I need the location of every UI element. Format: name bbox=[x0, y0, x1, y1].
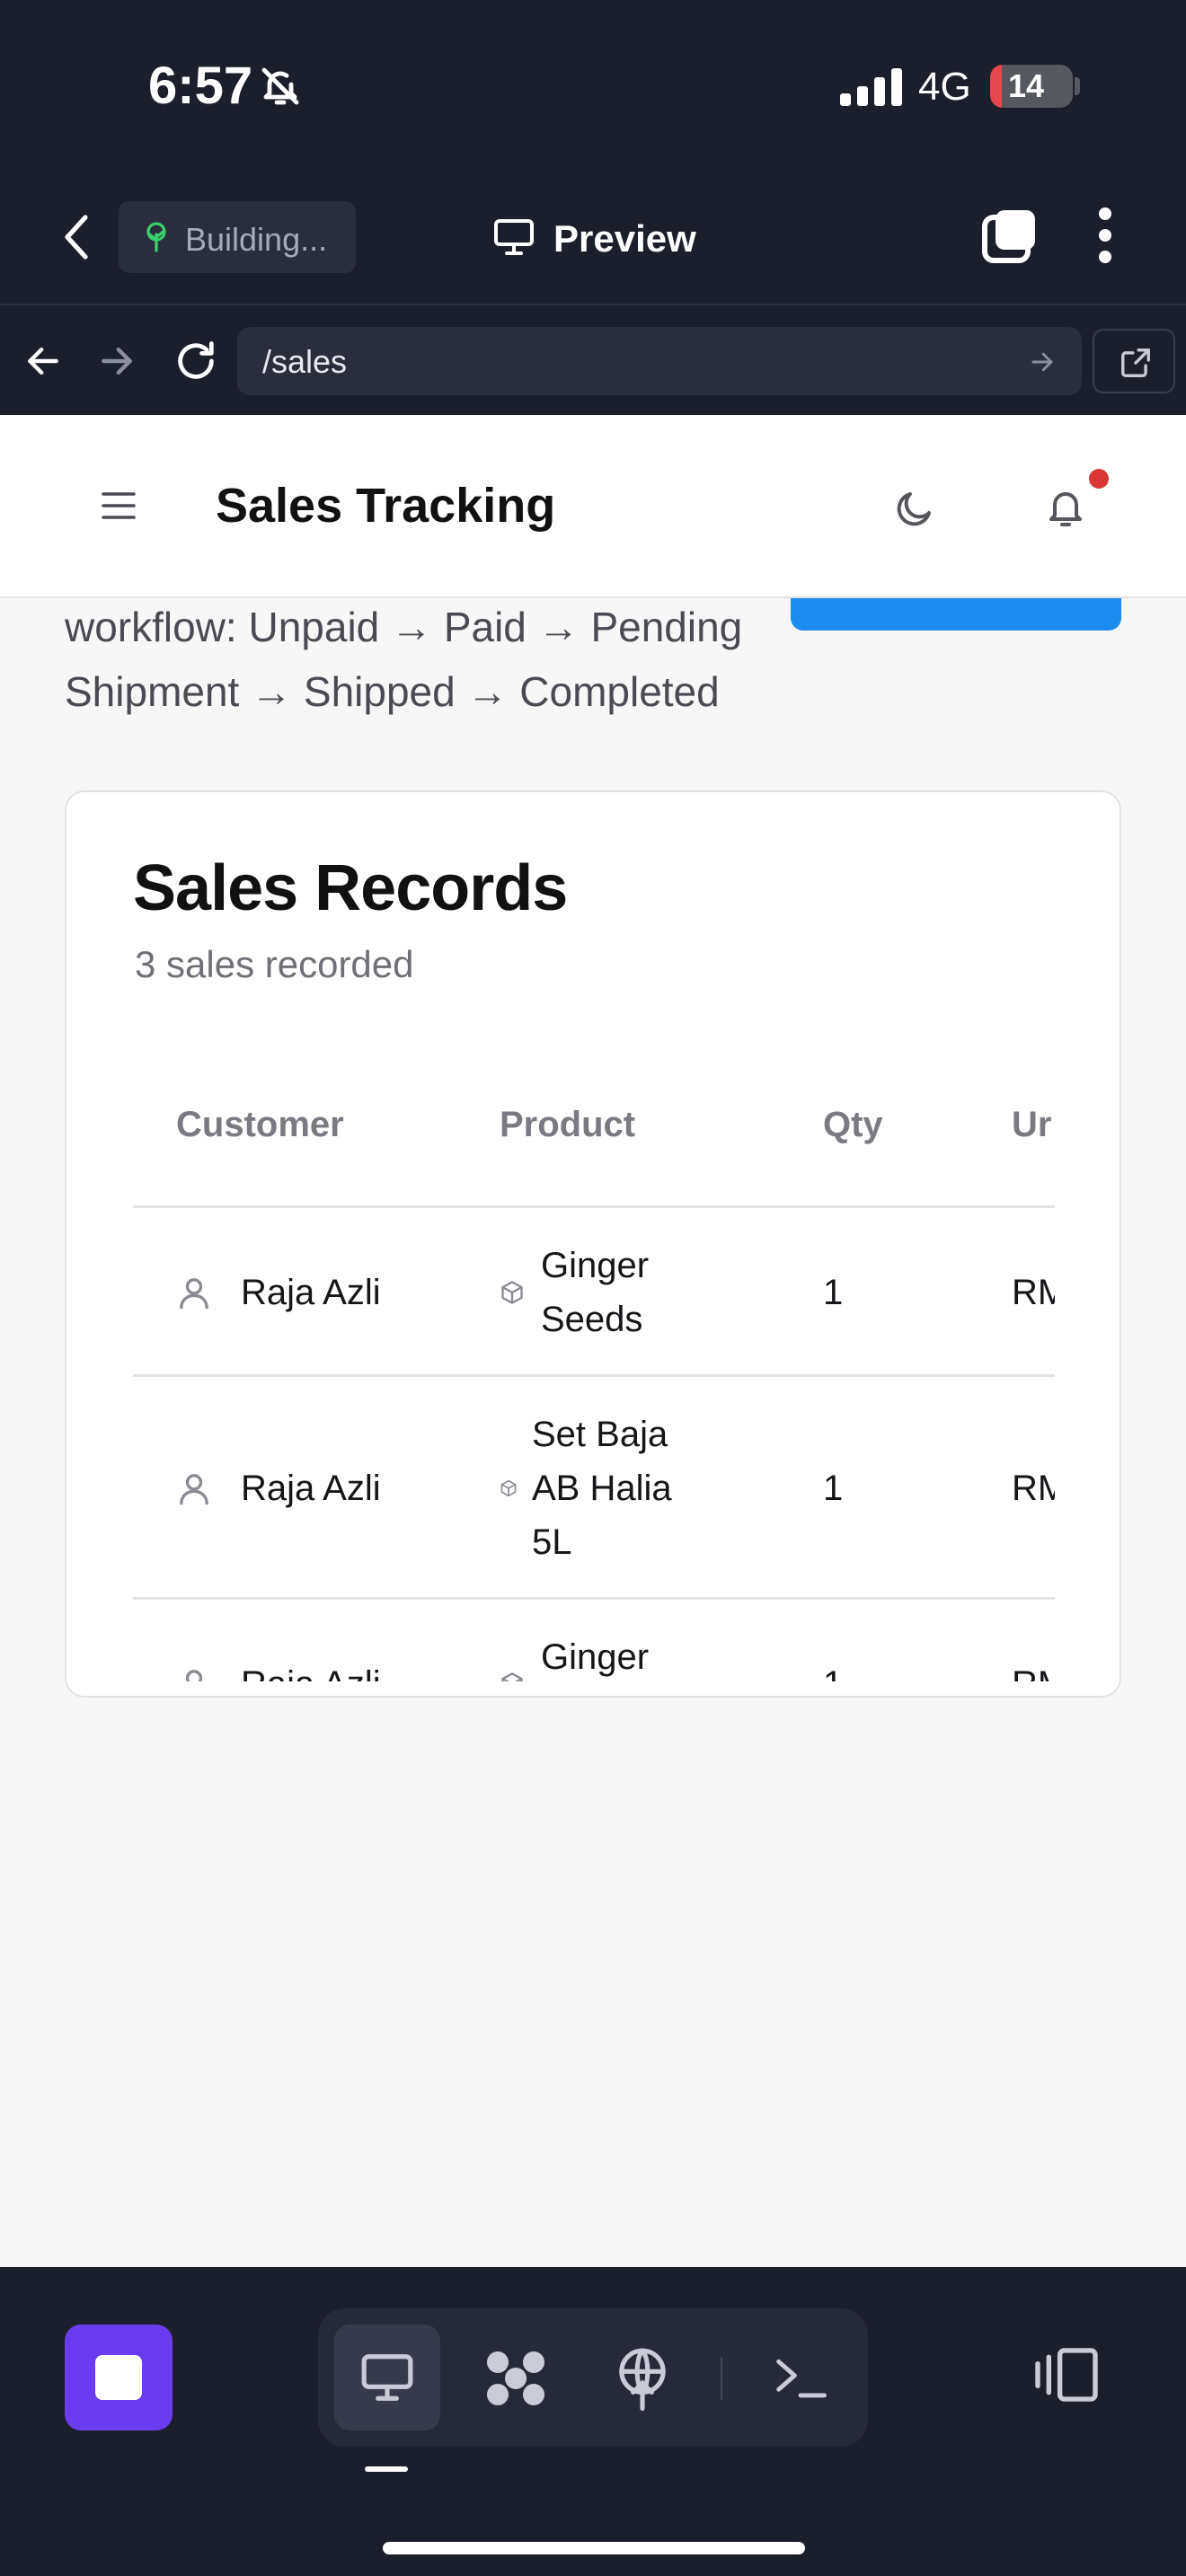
product-name-line: Ginger bbox=[541, 1246, 650, 1285]
terminal-icon[interactable] bbox=[773, 2353, 828, 2402]
product-name-line: AB Halia bbox=[532, 1469, 672, 1508]
preview-content: Sales Tracking workflow: Unpaid → Paid →… bbox=[0, 415, 1186, 2267]
product-name-line: Seeds bbox=[541, 1300, 643, 1339]
user-icon bbox=[180, 1278, 208, 1310]
workflow-description: workflow: Unpaid → Paid → Pending Shipme… bbox=[65, 604, 743, 715]
customer-name: Raja Azli bbox=[241, 1461, 381, 1515]
go-arrow-icon[interactable] bbox=[1028, 348, 1057, 375]
battery-tip bbox=[1075, 77, 1080, 95]
product-name-line: Set Baja bbox=[532, 1415, 668, 1454]
bottom-dock bbox=[0, 2267, 1186, 2576]
status-time: 6:57 bbox=[148, 57, 253, 115]
product-name-line: Ginger bbox=[541, 1637, 650, 1677]
package-icon bbox=[501, 1281, 523, 1304]
unit-price: RM bbox=[1012, 1657, 1055, 1681]
table-row[interactable]: Raja Azli Set Baja AB Halia 5L 1 RM bbox=[133, 1377, 1055, 1600]
package-icon bbox=[500, 1479, 517, 1497]
battery-level: 14 bbox=[1007, 67, 1045, 104]
user-icon bbox=[180, 1474, 208, 1505]
build-status-label: Building... bbox=[185, 221, 328, 258]
table-row[interactable]: Raja Azli Ginger Seeds 1 RM bbox=[133, 1208, 1055, 1377]
network-type: 4G bbox=[918, 65, 971, 109]
quantity: 1 bbox=[823, 1469, 844, 1508]
reload-icon[interactable] bbox=[173, 338, 219, 384]
split-view-icon[interactable] bbox=[1033, 2346, 1100, 2404]
view-preview-button[interactable] bbox=[334, 2325, 440, 2430]
unit-price: RM bbox=[1012, 1273, 1055, 1312]
chevron-left-icon[interactable] bbox=[54, 212, 99, 262]
monitor-icon bbox=[361, 2354, 413, 2401]
user-icon bbox=[185, 1670, 203, 1681]
open-external-button[interactable] bbox=[1093, 329, 1175, 393]
hamburger-icon[interactable] bbox=[101, 490, 137, 521]
home-indicator bbox=[383, 2542, 805, 2554]
bell-slash-icon bbox=[261, 67, 299, 105]
stop-icon bbox=[95, 2355, 142, 2400]
column-header-customer[interactable]: Customer bbox=[176, 1105, 344, 1145]
card-title: Sales Records bbox=[133, 852, 568, 924]
active-view-indicator bbox=[365, 2466, 408, 2472]
kebab-icon[interactable] bbox=[1087, 207, 1123, 264]
customer-name-line: Raja Azli bbox=[241, 1273, 381, 1312]
browser-bar: /sales bbox=[0, 307, 1186, 415]
monitor-icon bbox=[494, 219, 534, 255]
url-text: /sales bbox=[262, 343, 348, 380]
preview-label: Preview bbox=[553, 217, 696, 260]
product-name-line: 5L bbox=[532, 1522, 572, 1562]
product-name: Ginger Seeds bbox=[541, 1239, 649, 1346]
customer-name-line: Raja Azli bbox=[241, 1469, 381, 1508]
product-name: Set Baja AB Halia 5L bbox=[532, 1407, 672, 1569]
arrow-left-icon[interactable] bbox=[23, 341, 63, 381]
quantity: 1 bbox=[823, 1657, 843, 1681]
build-status-pill[interactable]: Building... bbox=[119, 201, 356, 273]
notification-dot bbox=[1089, 469, 1109, 489]
unit-price: RM bbox=[1012, 1469, 1055, 1508]
signal-icon bbox=[840, 68, 902, 106]
customer-name: Raja Azli bbox=[241, 1266, 381, 1319]
product-name: GingerSeeds bbox=[541, 1630, 649, 1681]
app-toolbar: Building... Preview bbox=[0, 171, 1186, 305]
moon-icon[interactable] bbox=[893, 487, 936, 530]
plugins-icon[interactable] bbox=[482, 2348, 550, 2409]
quantity: 1 bbox=[823, 1273, 844, 1312]
arrow-right-icon[interactable] bbox=[97, 341, 137, 381]
customer-name-line: Raja Azli bbox=[241, 1657, 381, 1681]
tabs-icon[interactable] bbox=[981, 207, 1039, 264]
url-field[interactable]: /sales bbox=[237, 327, 1082, 395]
table-row[interactable]: Raja Azli GingerSeeds 1 RM bbox=[133, 1600, 1055, 1681]
sales-table[interactable]: Customer Product Qty Ur Raja Azli Ginger S… bbox=[133, 1071, 1055, 1681]
column-header-product[interactable]: Product bbox=[500, 1105, 635, 1145]
battery-indicator: 14 bbox=[990, 65, 1073, 108]
bell-icon[interactable] bbox=[1044, 485, 1087, 532]
view-switcher bbox=[318, 2308, 868, 2447]
deploy-icon[interactable] bbox=[615, 2346, 670, 2411]
customer-name: Raja Azli bbox=[241, 1657, 381, 1681]
tree-icon bbox=[146, 222, 166, 252]
app-header: Sales Tracking bbox=[0, 415, 1186, 598]
stop-button[interactable] bbox=[65, 2325, 173, 2430]
sales-records-card: Sales Records 3 sales recorded Customer … bbox=[65, 790, 1121, 1698]
external-link-icon bbox=[1121, 348, 1150, 377]
column-header-qty[interactable]: Qty bbox=[823, 1105, 883, 1145]
page-title: Sales Tracking bbox=[216, 479, 556, 533]
column-header-unit-price[interactable]: Ur bbox=[1012, 1105, 1051, 1145]
card-subtitle: 3 sales recorded bbox=[135, 943, 414, 985]
switcher-divider bbox=[721, 2357, 722, 2400]
package-icon bbox=[501, 1672, 523, 1681]
status-bar: 6:57 4G 14 bbox=[0, 0, 1186, 171]
